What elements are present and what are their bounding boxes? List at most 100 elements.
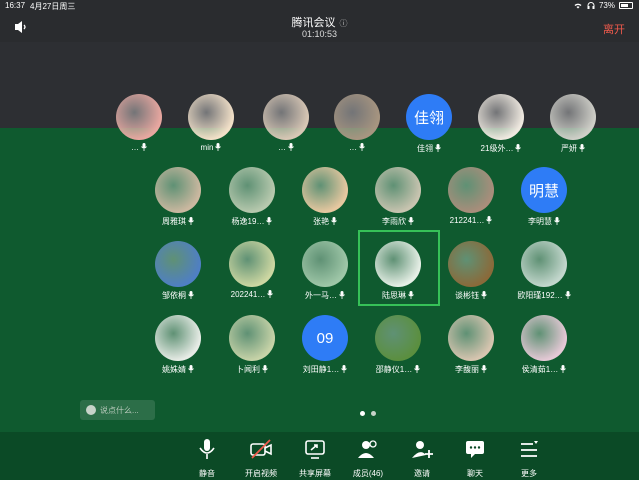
participant-name: 邹依桐	[137, 290, 219, 301]
participant-tile[interactable]: 严妍	[538, 94, 608, 168]
emoji-icon[interactable]	[86, 405, 96, 415]
mic-icon	[515, 144, 522, 152]
participant-tile[interactable]: min	[176, 94, 246, 168]
participant-tile[interactable]: 侯清茹1…	[509, 315, 579, 389]
camera-off-icon	[236, 438, 286, 465]
participant-tile[interactable]: 09 刘田静1…	[290, 315, 360, 389]
mic-icon	[486, 216, 493, 224]
participant-tile[interactable]: 佳翎 佳翎	[394, 94, 464, 168]
participant-tile[interactable]: 邹依桐	[143, 241, 213, 315]
avatar	[188, 94, 234, 140]
microphone-icon	[182, 438, 232, 465]
participant-name: 周雅琪	[137, 216, 219, 227]
mic-icon	[331, 217, 337, 225]
participant-tile[interactable]: 杨逸19…	[217, 167, 287, 241]
participant-name: 姚姝婧	[137, 364, 219, 375]
mic-icon	[554, 217, 560, 225]
mic-icon	[339, 291, 345, 299]
avatar	[155, 315, 201, 361]
participant-name: 李明慧	[503, 216, 585, 227]
mic-icon	[188, 365, 194, 373]
active-speaker-frame	[358, 230, 440, 306]
mic-icon	[267, 290, 274, 298]
participant-name: 刘田静1…	[284, 364, 366, 375]
participant-name: 张艳	[284, 216, 366, 227]
toolbar-label: 邀请	[414, 469, 430, 478]
participant-tile[interactable]: …	[251, 94, 321, 168]
participant-tile[interactable]: 周雅琪	[143, 167, 213, 241]
mic-icon	[579, 144, 585, 152]
mic-icon	[262, 365, 268, 373]
participant-name: 卜闻利	[211, 364, 293, 375]
participant-name: 严妍	[532, 143, 614, 154]
participant-tile[interactable]: 202241…	[217, 241, 287, 315]
chat-button[interactable]: 聊天	[450, 438, 500, 479]
avatar	[263, 94, 309, 140]
share-screen-button[interactable]: 共享屏幕	[290, 438, 340, 479]
participant-name: 202241…	[211, 290, 293, 299]
meeting-toolbar: 静音 开启视频 共享屏幕 成员(46) 邀请 聊天 更多	[0, 432, 639, 480]
more-button[interactable]: 更多	[504, 438, 554, 479]
toolbar-label: 静音	[199, 469, 215, 478]
participant-name: 外一马…	[284, 290, 366, 301]
mic-icon	[359, 143, 365, 151]
avatar	[155, 167, 201, 213]
participant-tile[interactable]: 明慧 李明慧	[509, 167, 579, 241]
mic-icon	[188, 291, 194, 299]
participant-name: 李雨欣	[357, 216, 439, 227]
mic-icon	[481, 365, 487, 373]
mic-icon	[141, 143, 147, 151]
mic-icon	[408, 217, 414, 225]
invite-button[interactable]: 邀请	[397, 438, 447, 479]
avatar: 09	[302, 315, 348, 361]
mic-icon	[414, 365, 421, 373]
avatar	[229, 315, 275, 361]
participant-tile[interactable]: 谈彬钰	[436, 241, 506, 315]
toolbar-label: 聊天	[467, 469, 483, 478]
participant-name: 佳翎	[388, 143, 470, 154]
mic-icon	[341, 365, 348, 373]
participant-tile[interactable]: …	[104, 94, 174, 168]
mic-icon	[266, 217, 273, 225]
toolbar-label: 更多	[521, 469, 537, 478]
participant-name: 21级外…	[460, 143, 542, 154]
avatar	[229, 167, 275, 213]
members-button[interactable]: 成员(46)	[343, 438, 393, 479]
participant-tile[interactable]: 欧阳瑾192…	[509, 241, 579, 315]
participant-tile[interactable]: 姚姝婧	[143, 315, 213, 389]
participant-tile[interactable]: 邵静仪1…	[363, 315, 433, 389]
mic-icon	[188, 217, 194, 225]
participant-name: min	[170, 143, 252, 152]
mic-icon	[564, 291, 571, 299]
avatar	[116, 94, 162, 140]
participant-name: 谈彬钰	[430, 290, 512, 301]
participant-name: 李馥丽	[430, 364, 512, 375]
participant-tile[interactable]: 张艳	[290, 167, 360, 241]
participant-name: …	[316, 143, 398, 152]
participant-tile[interactable]: 21级外…	[466, 94, 536, 168]
participant-name: 邵静仪1…	[357, 364, 439, 375]
participant-tile[interactable]: 212241…	[436, 167, 506, 241]
participant-tile[interactable]: 外一马…	[290, 241, 360, 315]
participant-name: 侯清茹1…	[503, 364, 585, 375]
mic-icon	[481, 291, 487, 299]
invite-icon	[397, 438, 447, 465]
avatar	[302, 167, 348, 213]
participant-tile[interactable]: 卜闻利	[217, 315, 287, 389]
avatar	[478, 94, 524, 140]
participant-name: …	[98, 143, 180, 152]
participant-tile[interactable]: 李馥丽	[436, 315, 506, 389]
page-dot-1[interactable]	[360, 411, 365, 416]
avatar	[375, 167, 421, 213]
page-dot-2[interactable]	[371, 411, 376, 416]
page-indicator	[360, 411, 376, 416]
camera-off-button[interactable]: 开启视频	[236, 438, 286, 479]
microphone-button[interactable]: 静音	[182, 438, 232, 479]
avatar	[550, 94, 596, 140]
avatar	[521, 241, 567, 287]
mic-icon	[560, 365, 567, 373]
participant-tile[interactable]: …	[322, 94, 392, 168]
avatar	[155, 241, 201, 287]
chat-input[interactable]: 说点什么...	[80, 400, 155, 420]
toolbar-label: 共享屏幕	[299, 469, 331, 478]
